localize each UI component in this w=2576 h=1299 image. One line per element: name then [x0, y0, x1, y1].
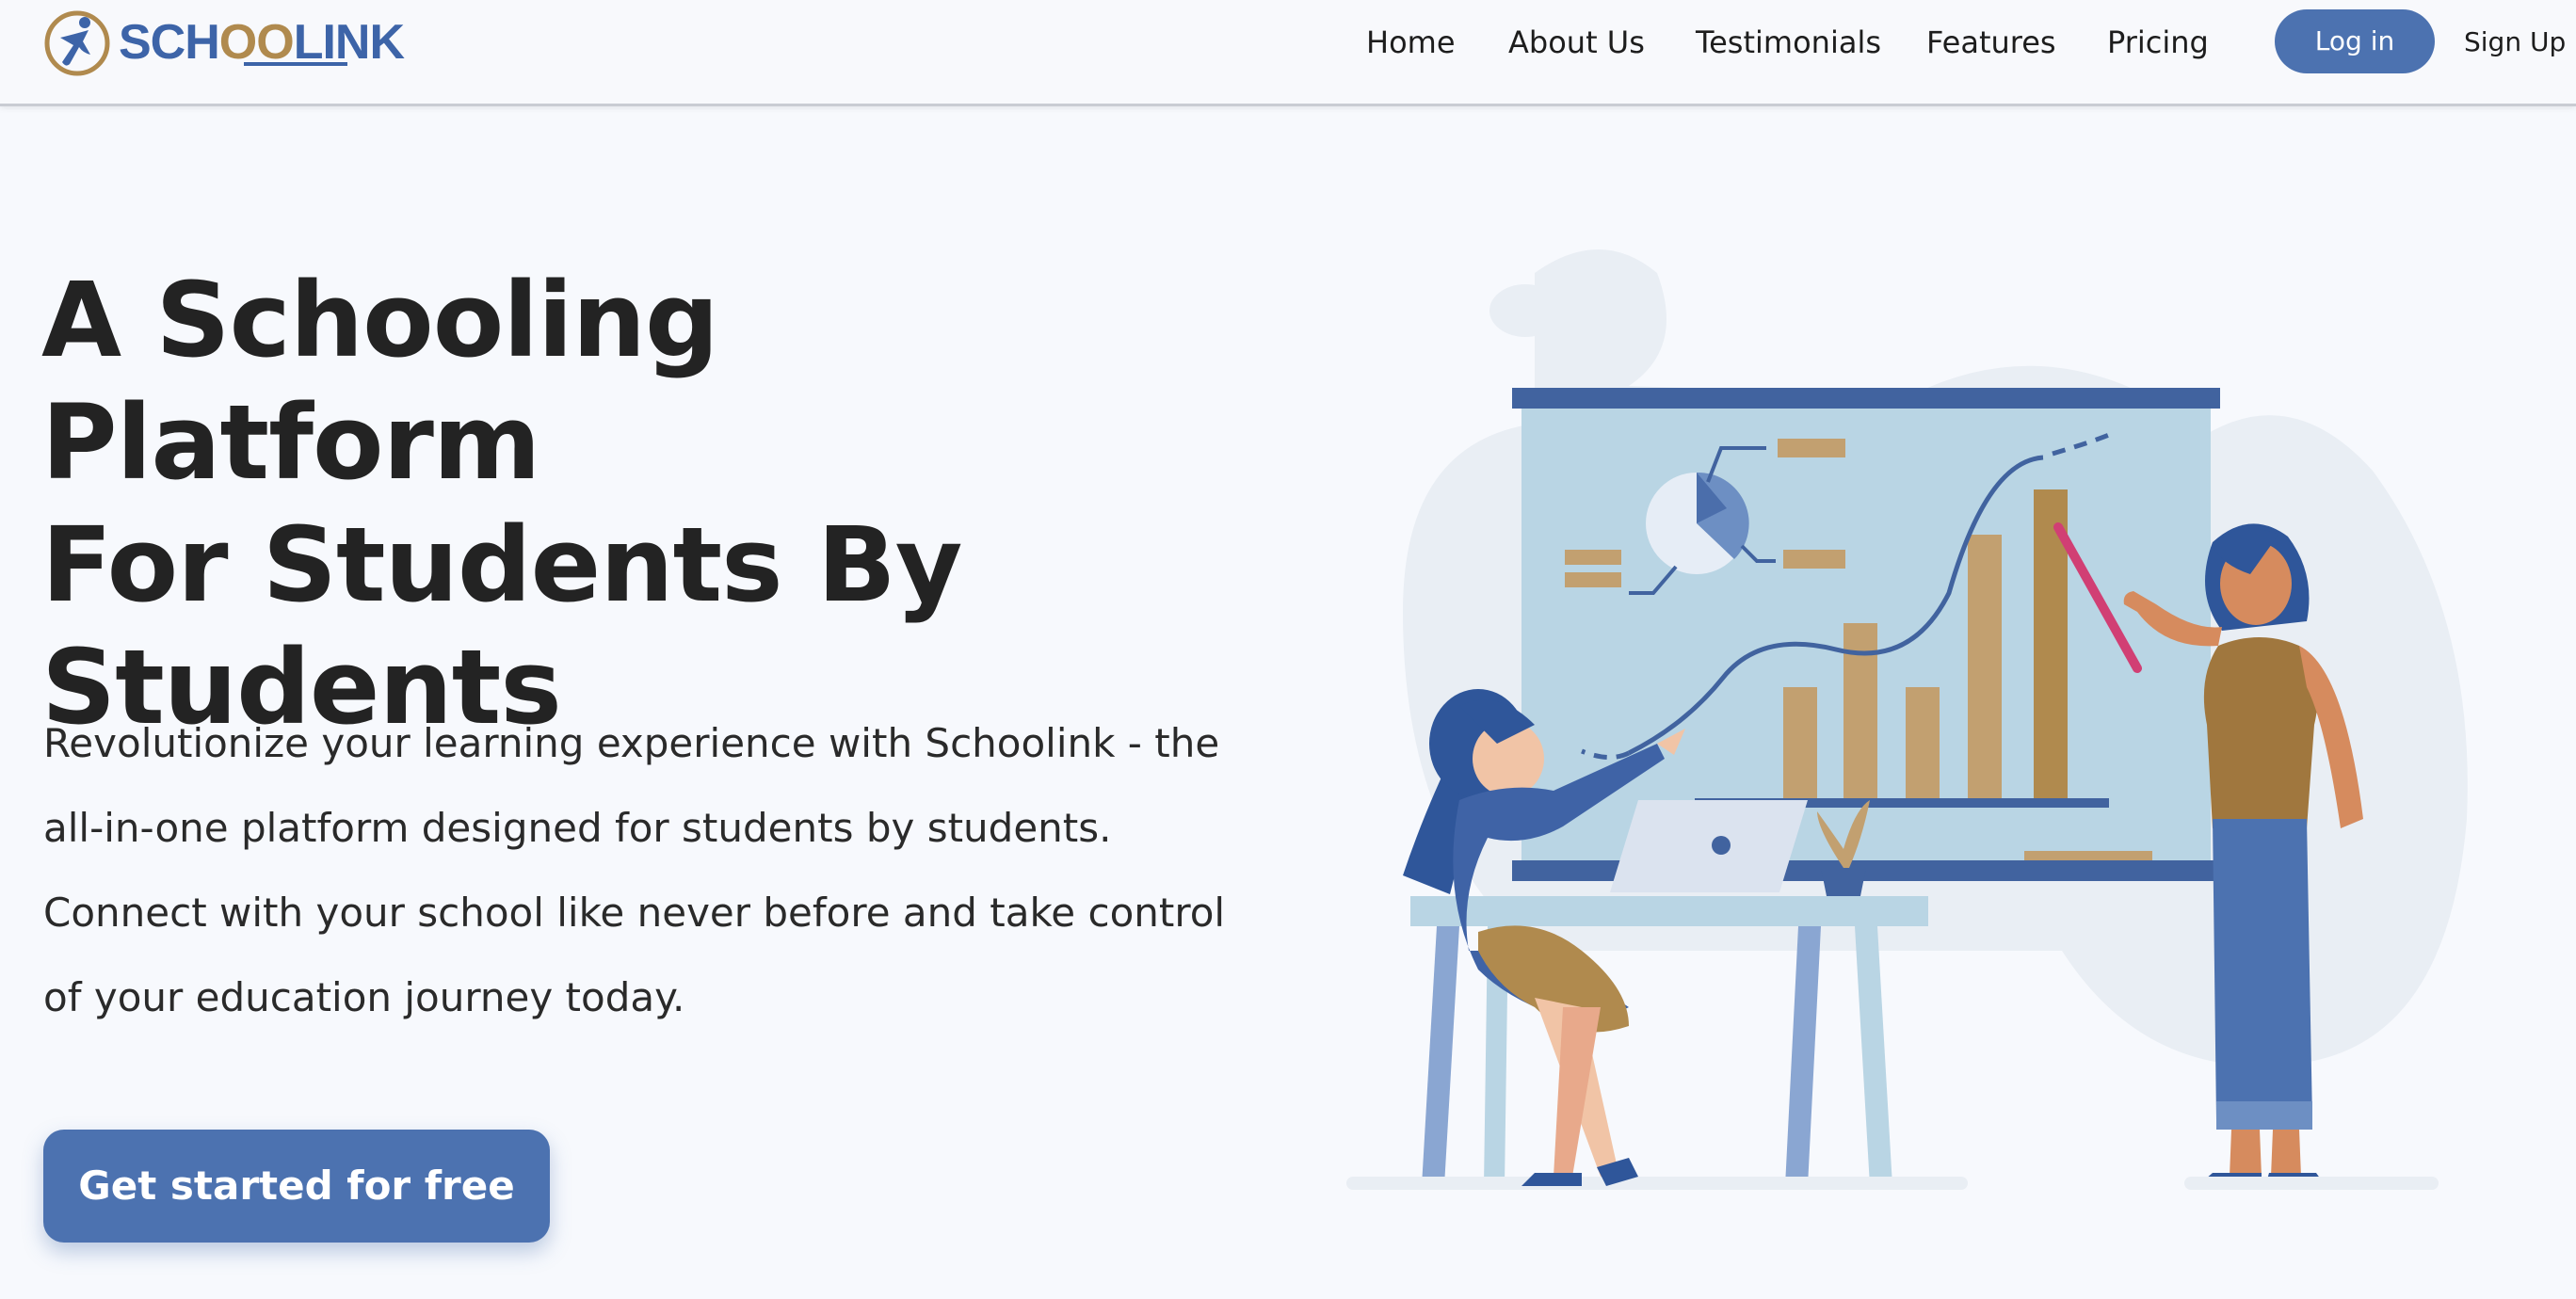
- chart-bar: [1906, 687, 1940, 802]
- nav-pricing[interactable]: Pricing: [2107, 19, 2209, 66]
- laptop: [1610, 800, 1808, 892]
- hero-title-line: A Schooling Platform: [41, 260, 719, 503]
- top-navbar: SCHOOLINK Home About Us Testimonials Fea…: [0, 0, 2576, 106]
- background-blob-small: [1489, 284, 1561, 337]
- nav-testimonials[interactable]: Testimonials: [1696, 19, 1881, 66]
- chart-bar: [1783, 687, 1817, 802]
- login-button[interactable]: Log in: [2275, 9, 2435, 73]
- signup-link[interactable]: Sign Up: [2464, 19, 2566, 66]
- nav-links: Home About Us Testimonials Features Pric…: [0, 19, 2576, 66]
- hero-description: Revolutionize your learning experience w…: [43, 720, 1226, 1020]
- get-started-button[interactable]: Get started for free: [43, 1130, 550, 1243]
- nav-home[interactable]: Home: [1366, 19, 1456, 66]
- nav-about-us[interactable]: About Us: [1508, 19, 1645, 66]
- hero-title-line: For Students By: [41, 505, 962, 625]
- desk-top: [1410, 896, 1928, 926]
- nav-features[interactable]: Features: [1926, 19, 2056, 66]
- presentation-chart-illustration: [1346, 249, 2468, 1190]
- board-top-rail: [1512, 388, 2220, 409]
- hero-title: A Schooling Platform For Students By Stu…: [41, 259, 1218, 748]
- plant-pot: [1821, 868, 1866, 896]
- chart-bar: [1968, 535, 2002, 802]
